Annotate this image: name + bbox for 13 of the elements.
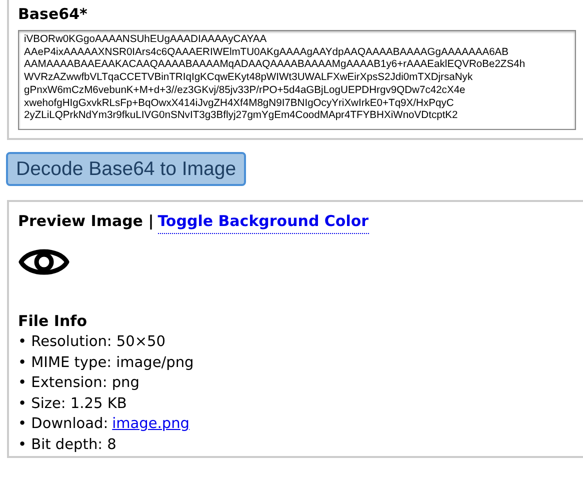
info-item: • Extension: png xyxy=(18,374,140,393)
info-item: • Resolution: 50×50 xyxy=(18,333,166,352)
info-item: • Bit depth: 8 xyxy=(18,436,116,454)
field-label: Base64* xyxy=(18,4,88,24)
preview-title: Preview Image | xyxy=(18,211,154,232)
info-item: • Download: xyxy=(18,415,108,434)
base64-field[interactable]: iVBORw0KGgoAAAANSUhEUgAAADIAAAAyCAYAA AAeP4ixAAAAAXNSR0IArs4c6QAAAERIWElmTU0AKgAAAAgAAYdpAAQAAAABAAAAGgAAAAAAA6AB AAMAAAABAAEAAKACAAQAAAABAAAAMqADAAQAAAABAAAAMgAAAAB1y6+rAAAEaklEQVRoBe2ZS4h WVRzAZwwfbVLTqaCCETVBinTRIqIgKCqwEKyt48pWIWt3UWALFXwEirXpsS2Jdi0mTXDjrsaNyk gPnxW6mCzM6vebunK+M+d+3//ez3GKvj/85jv33P/rPO+5d4aGBjLogUEPDHrgv9QDw7c42cX4e xwehofgHIgGxvkRLsFp+BqOwxX414iJvgZH4Xf4M8gN9I7BNIgOcyYriXwIrkE0+Tq9X/HxPqyC 2yZLiLQPrkNdYm3r9fkuLIVG0nSNvIT3g3Bflyj27gmYgEm4CoodMApr4TFYBHXiWnoVDtcptK2 xyxy=(18,30,576,130)
file-info-title: File Info xyxy=(18,310,88,332)
download-link[interactable]: image.png xyxy=(112,414,190,434)
toggle-background-link[interactable]: Toggle Background Color xyxy=(158,210,369,234)
info-item: • Size: 1.25 KB xyxy=(18,394,127,414)
info-item: • MIME type: image/png xyxy=(18,354,194,372)
decode-button[interactable]: Decode Base64 to Image xyxy=(6,152,246,186)
